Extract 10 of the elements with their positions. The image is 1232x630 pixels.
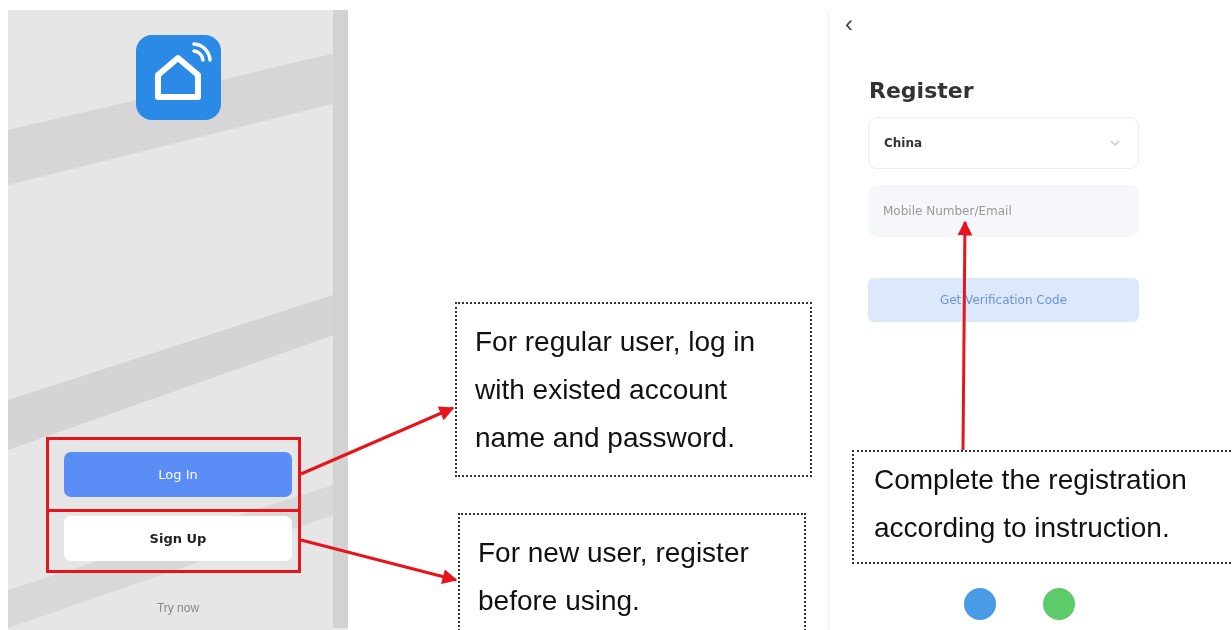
dropdown-caret-icon — [1110, 140, 1120, 146]
back-button[interactable]: ‹ — [845, 12, 853, 36]
callout-text: For new user, register before using. — [458, 513, 806, 630]
app-logo-icon — [135, 35, 221, 120]
register-title: Register — [869, 78, 974, 103]
region-dropdown[interactable]: China — [868, 117, 1139, 169]
callout-text: Complete the registration according to instruction. — [852, 450, 1232, 564]
callout-text: For regular user, log in with existed account name and password. — [455, 302, 812, 477]
sign-up-button[interactable]: Sign Up — [64, 516, 292, 561]
contact-input-field[interactable]: Mobile Number/Email — [868, 185, 1139, 237]
